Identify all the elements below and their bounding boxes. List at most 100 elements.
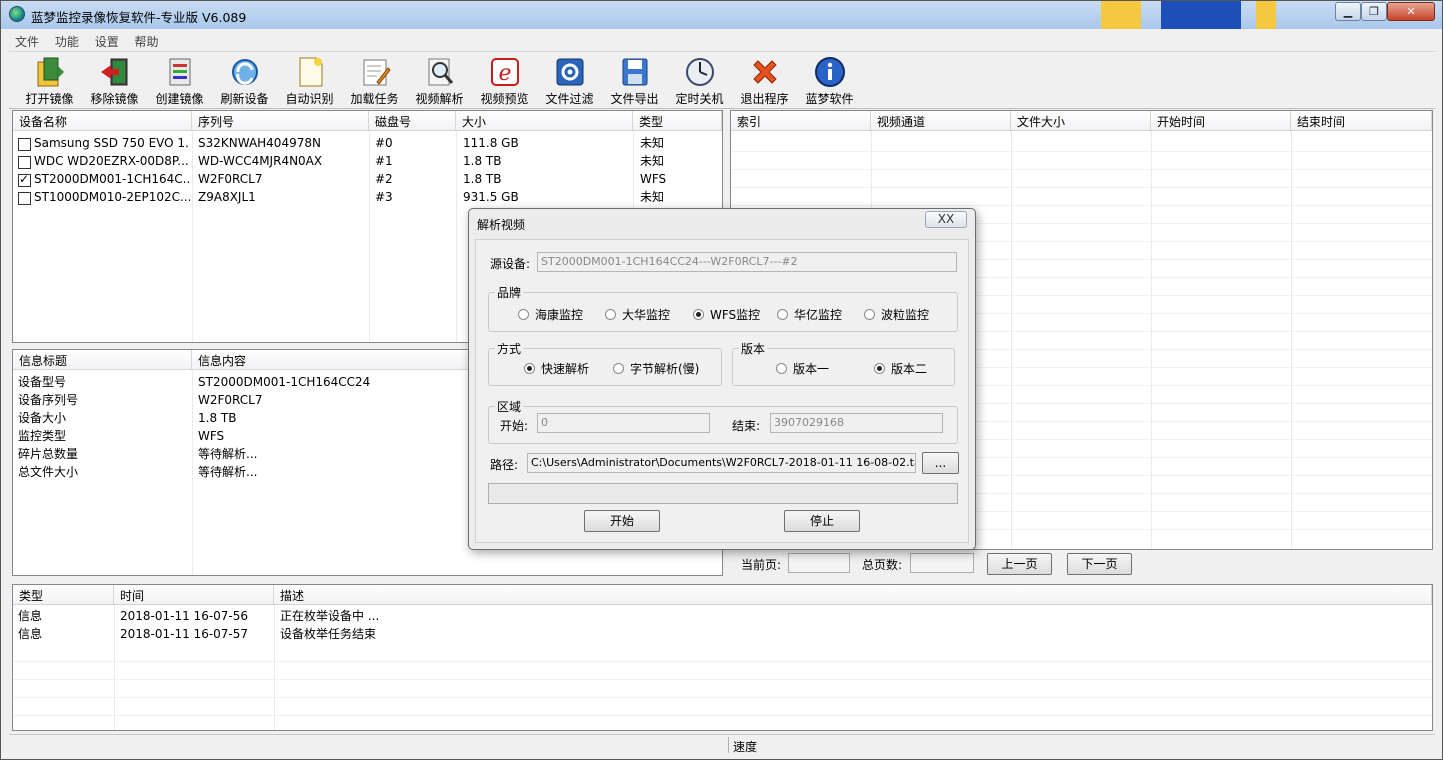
radio-indicator [518, 309, 529, 320]
device-checkbox[interactable] [18, 138, 31, 151]
open-image-button[interactable]: 打开镜像 [17, 54, 82, 108]
column-header-disk-number[interactable]: 磁盘号 [369, 111, 456, 131]
close-button[interactable]: ✕ [1387, 2, 1435, 21]
about-button[interactable]: 蓝梦软件 [797, 54, 862, 108]
browse-button[interactable]: ... [922, 452, 959, 474]
log-type: 信息 [18, 609, 43, 623]
video-parse-button[interactable]: 视频解析 [407, 54, 472, 108]
column-header-log-desc[interactable]: 描述 [274, 585, 1432, 605]
log-desc: 正在枚举设备中 ... [280, 609, 380, 623]
exit-icon [749, 56, 781, 88]
column-header-type[interactable]: 类型 [633, 111, 722, 131]
load-task-button[interactable]: 加载任务 [342, 54, 407, 108]
end-offset-field[interactable]: 3907029168 [770, 413, 943, 433]
video-preview-label: 视频预览 [480, 92, 529, 106]
column-header-start-time[interactable]: 开始时间 [1151, 111, 1291, 131]
menu-bar: 文件 功能 设置 帮助 [9, 31, 1435, 51]
column-header-info-title[interactable]: 信息标题 [13, 350, 192, 370]
dialog-close-button[interactable]: XX [925, 211, 967, 228]
file-filter-button[interactable]: 文件过滤 [537, 54, 602, 108]
about-label: 蓝梦软件 [805, 92, 854, 106]
column-header-file-size[interactable]: 文件大小 [1011, 111, 1151, 131]
timed-shutdown-label: 定时关机 [675, 92, 724, 106]
radio-indicator [613, 363, 624, 374]
device-name: Samsung SSD 750 EVO 1... [34, 136, 190, 150]
column-header-serial[interactable]: 序列号 [192, 111, 369, 131]
device-size: 1.8 TB [463, 154, 502, 168]
dialog-body: 源设备: ST2000DM001-1CH164CC24---W2F0RCL7--… [475, 239, 969, 543]
menu-settings[interactable]: 设置 [89, 31, 125, 52]
app-logo-icon [9, 6, 25, 22]
device-size: 111.8 GB [463, 136, 519, 150]
file-filter-label: 文件过滤 [545, 92, 594, 106]
device-checkbox[interactable] [18, 192, 31, 205]
restore-button[interactable]: ❐ [1361, 2, 1387, 21]
column-header-end-time[interactable]: 结束时间 [1291, 111, 1432, 131]
output-path-field[interactable]: C:\Users\Administrator\Documents\W2F0RCL… [527, 453, 916, 473]
device-checkbox[interactable] [18, 172, 31, 187]
stop-button[interactable]: 停止 [784, 510, 860, 532]
auto-detect-icon [294, 56, 326, 88]
mode-radio-fast[interactable]: 快速解析 [524, 360, 589, 377]
version-radio-two[interactable]: 版本二 [874, 360, 927, 377]
mode-legend: 方式 [497, 342, 522, 356]
menu-file[interactable]: 文件 [9, 31, 45, 52]
prev-page-button[interactable]: 上一页 [987, 553, 1052, 575]
column-header-log-type[interactable]: 类型 [13, 585, 114, 605]
column-header-size[interactable]: 大小 [456, 111, 633, 131]
column-header-channel[interactable]: 视频通道 [871, 111, 1011, 131]
menu-function[interactable]: 功能 [49, 31, 85, 52]
filter-icon [554, 56, 586, 88]
brand-radio-boli[interactable]: 波粒监控 [864, 306, 929, 323]
status-bar: 速度 [9, 734, 1435, 754]
video-preview-button[interactable]: e 视频预览 [472, 54, 537, 108]
progress-bar [488, 483, 958, 504]
title-bar[interactable]: 蓝梦监控录像恢复软件-专业版 V6.089 ▁ ❐ ✕ [1, 1, 1442, 29]
column-header-log-time[interactable]: 时间 [114, 585, 274, 605]
device-checkbox[interactable] [18, 156, 31, 169]
video-preview-icon: e [489, 56, 521, 88]
menu-help[interactable]: 帮助 [129, 31, 165, 52]
remove-image-button[interactable]: 移除镜像 [82, 54, 147, 108]
remove-image-icon [99, 56, 131, 88]
total-pages-field[interactable] [910, 553, 974, 573]
log-type: 信息 [18, 627, 43, 641]
column-header-device-name[interactable]: 设备名称 [13, 111, 192, 131]
device-name: ST1000DM010-2EP102C... [34, 190, 190, 204]
next-page-button[interactable]: 下一页 [1067, 553, 1132, 575]
open-image-label: 打开镜像 [25, 92, 74, 106]
brand-radio-wfs[interactable]: WFS监控 [693, 306, 760, 323]
column-header-index[interactable]: 索引 [731, 111, 871, 131]
timed-shutdown-button[interactable]: 定时关机 [667, 54, 732, 108]
info-icon [814, 56, 846, 88]
radio-indicator [874, 363, 885, 374]
mode-radio-byte[interactable]: 字节解析(慢) [613, 360, 699, 377]
brand-radio-huayi[interactable]: 华亿监控 [777, 306, 842, 323]
source-device-label: 源设备: [490, 257, 531, 271]
file-export-button[interactable]: 文件导出 [602, 54, 667, 108]
refresh-device-button[interactable]: 刷新设备 [212, 54, 277, 108]
brand-label: 大华监控 [622, 308, 671, 322]
device-type: 未知 [640, 154, 665, 168]
create-image-button[interactable]: 创建镜像 [147, 54, 212, 108]
radio-indicator [524, 363, 535, 374]
start-offset-field[interactable]: 0 [537, 413, 710, 433]
brand-radio-hikvision[interactable]: 海康监控 [518, 306, 583, 323]
background-decoration [1256, 1, 1276, 29]
auto-detect-button[interactable]: 自动识别 [277, 54, 342, 108]
device-type: WFS [640, 172, 667, 186]
device-type: 未知 [640, 190, 665, 204]
minimize-button[interactable]: ▁ [1335, 2, 1361, 21]
region-legend: 区域 [497, 400, 522, 414]
exit-program-button[interactable]: 退出程序 [732, 54, 797, 108]
brand-radio-dahua[interactable]: 大华监控 [605, 306, 670, 323]
device-size: 931.5 GB [463, 190, 519, 204]
start-button[interactable]: 开始 [584, 510, 660, 532]
version-radio-one[interactable]: 版本一 [776, 360, 829, 377]
background-decoration [1101, 1, 1141, 29]
current-page-field[interactable] [788, 553, 850, 573]
background-decoration [1161, 1, 1241, 29]
info-title: 总文件大小 [18, 465, 79, 479]
refresh-device-label: 刷新设备 [220, 92, 269, 106]
source-device-field[interactable]: ST2000DM001-1CH164CC24---W2F0RCL7---#2 [537, 252, 957, 272]
